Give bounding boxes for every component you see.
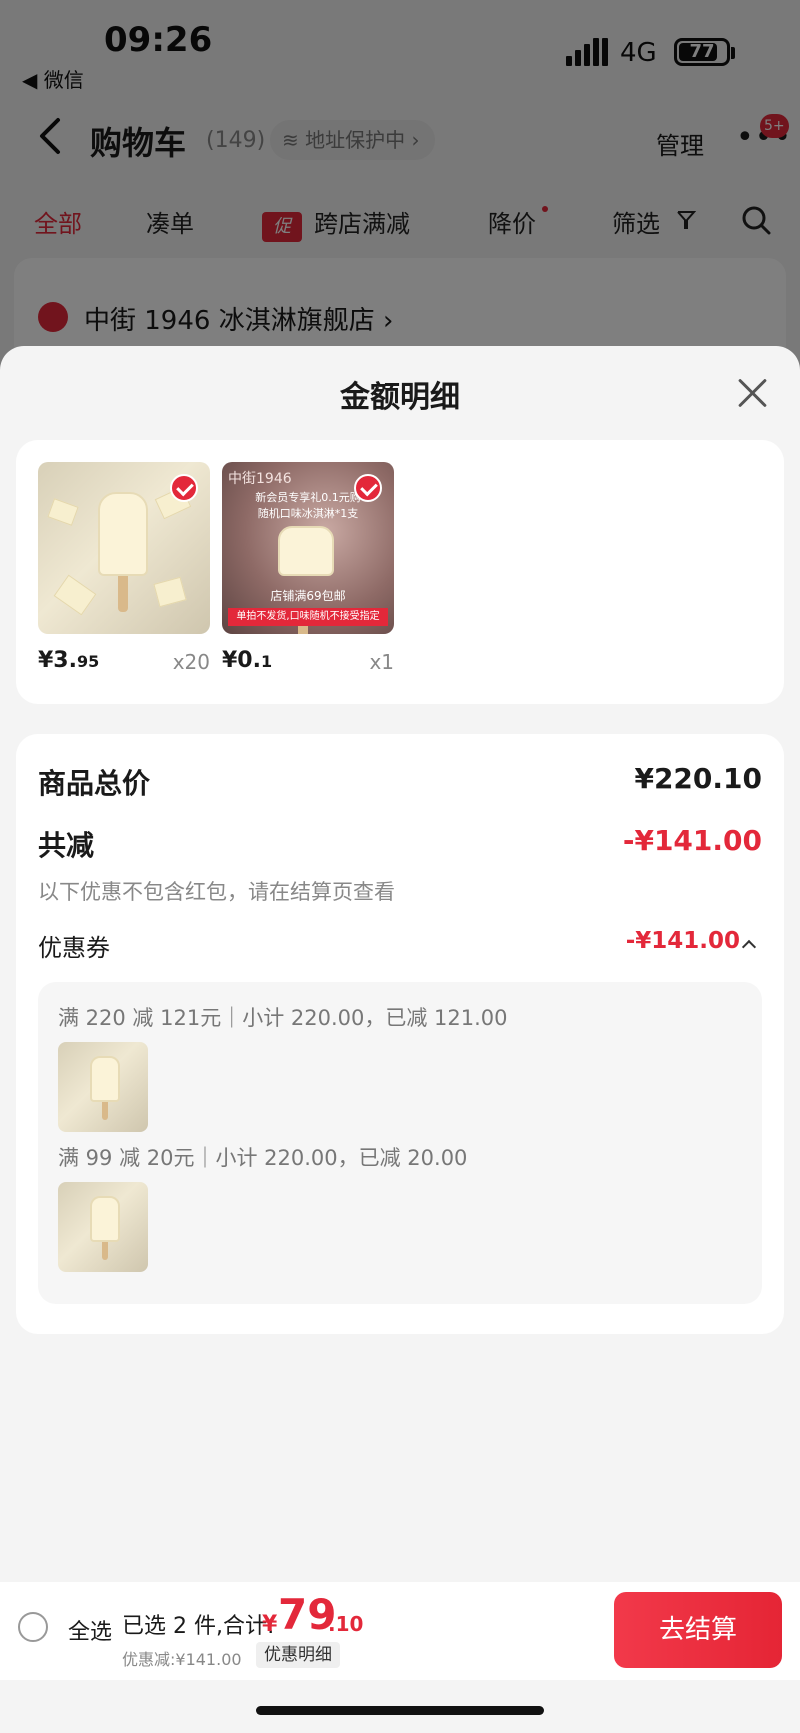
- price-main: ¥3.: [38, 648, 77, 673]
- thumb-line: 店铺满69包邮: [270, 589, 346, 603]
- product-quantity: x20: [172, 650, 210, 674]
- coupon-label: 优惠券: [38, 934, 110, 962]
- checked-icon[interactable]: [170, 474, 198, 502]
- thumb-banner: 单拍不发货,口味随机不接受指定: [228, 608, 388, 626]
- discount-summary: 优惠减:¥141.00: [122, 1650, 242, 1669]
- checked-icon[interactable]: [354, 474, 382, 502]
- checkout-button[interactable]: 去结算: [614, 1592, 782, 1668]
- product-item[interactable]: 中街1946 新会员专享礼0.1元购 随机口味冰淇淋*1支 店铺满69包邮 单拍…: [222, 462, 394, 678]
- price-decimal: 1: [260, 652, 273, 671]
- sheet-title: 金额明细: [340, 380, 460, 415]
- product-image: 中街1946 新会员专享礼0.1元购 随机口味冰淇淋*1支 店铺满69包邮 单拍…: [222, 462, 394, 634]
- price-main: ¥0.: [222, 648, 261, 673]
- product-image: [38, 462, 210, 634]
- thumb-line: 随机口味冰淇淋*1支: [257, 507, 359, 520]
- total-currency: ¥: [262, 1612, 278, 1637]
- coupon-product-image: [58, 1182, 148, 1272]
- coupon-product-image: [58, 1042, 148, 1132]
- close-icon[interactable]: [738, 378, 768, 408]
- discount-detail-button[interactable]: 优惠明细: [256, 1642, 340, 1668]
- product-price: ¥0.1: [222, 648, 272, 673]
- product-item[interactable]: ¥3.95 x20: [38, 462, 210, 678]
- coupon-value[interactable]: -¥141.00: [626, 928, 740, 954]
- coupon-rule: 满 99 减 20元｜小计 220.00，已减 20.00: [58, 1146, 468, 1170]
- price-summary-card: 商品总价 ¥220.10 共减 -¥141.00 以下优惠不包含红包，请在结算页…: [16, 734, 784, 1334]
- reduce-value: -¥141.00: [622, 824, 762, 857]
- product-quantity: x1: [369, 650, 394, 674]
- select-all-radio[interactable]: [18, 1612, 48, 1642]
- product-price: ¥3.95: [38, 648, 99, 673]
- coupon-detail-box: 满 220 减 121元｜小计 220.00，已减 121.00 满 99 减 …: [38, 982, 762, 1304]
- select-all-label[interactable]: 全选: [68, 1614, 112, 1646]
- checkout-bar: 全选 已选 2 件,合计: ¥ 79 .10 优惠减:¥141.00 优惠明细 …: [0, 1582, 800, 1680]
- total-value: ¥220.10: [634, 762, 762, 795]
- total-decimal: .10: [328, 1612, 364, 1636]
- total-label: 商品总价: [38, 767, 151, 800]
- discount-note: 以下优惠不包含红包，请在结算页查看: [38, 880, 395, 904]
- selected-products-card: ¥3.95 x20 中街1946 新会员专享礼0.1元购 随机口味冰淇淋*1支 …: [16, 440, 784, 704]
- coupon-rule: 满 220 减 121元｜小计 220.00，已减 121.00: [58, 1006, 508, 1030]
- reduce-label: 共减: [38, 829, 95, 862]
- chevron-up-icon[interactable]: [741, 939, 757, 955]
- selected-count: 已选 2 件,合计:: [122, 1614, 275, 1639]
- home-indicator[interactable]: [256, 1706, 544, 1715]
- thumb-logo: 中街1946: [228, 471, 292, 487]
- amount-detail-sheet: 金额明细 ¥3.95 x20 中街1946 新会员专享礼0.1元购 随机口味冰淇…: [0, 346, 800, 1733]
- price-decimal: 95: [76, 652, 100, 671]
